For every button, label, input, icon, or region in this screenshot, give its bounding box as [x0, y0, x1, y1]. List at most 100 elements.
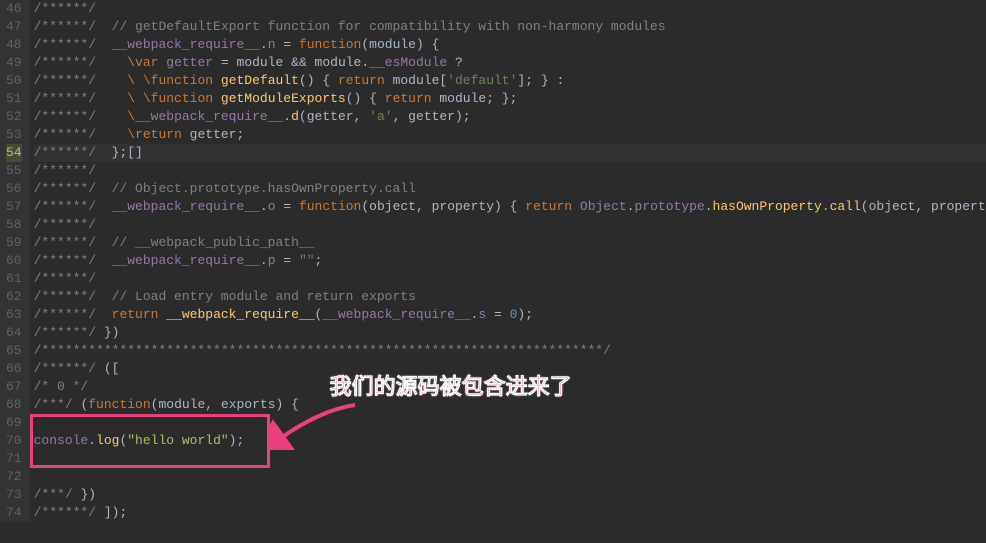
line-number: 68 [6, 396, 22, 414]
code-token: . [822, 199, 830, 214]
code-line[interactable]: /* 0 */ [34, 378, 986, 396]
code-token: . [260, 37, 268, 52]
code-token: /******/ [34, 181, 96, 196]
code-line[interactable]: /***/ (function(module, exports) { [34, 396, 986, 414]
code-line[interactable]: /******/ };[] [34, 144, 986, 162]
code-line[interactable]: /******/ }) [34, 324, 986, 342]
code-token [96, 127, 127, 142]
code-token [96, 235, 112, 250]
line-number: 69 [6, 414, 22, 432]
code-token: return [338, 73, 385, 88]
code-line[interactable]: /******/ \ \function getDefault() { retu… [34, 72, 986, 90]
code-line[interactable]: /******/ // Object.prototype.hasOwnPrope… [34, 180, 986, 198]
code-token: , [915, 199, 931, 214]
code-line[interactable]: /******/ // getDefaultExport function fo… [34, 18, 986, 36]
code-token: }) [80, 487, 96, 502]
code-area[interactable]: /******//******/ // getDefaultExport fun… [30, 0, 986, 522]
code-token: return [385, 91, 432, 106]
code-line[interactable]: /******/ __webpack_require__.n = functio… [34, 36, 986, 54]
code-token: , [354, 109, 370, 124]
code-token: /******/ [34, 271, 96, 286]
code-token: ( [861, 199, 869, 214]
line-number: 72 [6, 468, 22, 486]
code-token [96, 91, 127, 106]
code-token: function [299, 37, 361, 52]
code-token: /******/ [34, 145, 96, 160]
code-line[interactable]: /******/ \var getter = module && module.… [34, 54, 986, 72]
code-line[interactable]: /******/ // __webpack_public_path__ [34, 234, 986, 252]
code-line[interactable]: /******/ ([ [34, 360, 986, 378]
code-line[interactable]: /******/ [34, 0, 986, 18]
code-token [96, 325, 104, 340]
code-token: /******/ [34, 505, 96, 520]
code-token: /******/ [34, 199, 96, 214]
code-token: object [369, 199, 416, 214]
code-token: s [478, 307, 486, 322]
line-number: 52 [6, 108, 22, 126]
code-line[interactable]: /******/ __webpack_require__.p = ""; [34, 252, 986, 270]
code-token: 'a' [369, 109, 392, 124]
code-line[interactable]: /******/ ]); [34, 504, 986, 522]
code-token: , [416, 199, 432, 214]
code-token: Object [580, 199, 627, 214]
code-token: var [135, 55, 158, 70]
code-token: module [229, 55, 291, 70]
code-token: getter [408, 109, 455, 124]
code-token: = [494, 307, 502, 322]
code-token: . [361, 55, 369, 70]
code-token: ; } [486, 91, 509, 106]
code-token: \ [127, 109, 135, 124]
code-token [213, 91, 221, 106]
line-number: 66 [6, 360, 22, 378]
code-line[interactable]: /***/ }) [34, 486, 986, 504]
code-token: d [291, 109, 299, 124]
code-token: ; [236, 127, 244, 142]
code-line[interactable]: /******/ [34, 216, 986, 234]
code-token: . [627, 199, 635, 214]
code-token: /******/ [34, 1, 96, 16]
code-token: . [260, 199, 268, 214]
line-number: 64 [6, 324, 22, 342]
code-line[interactable] [34, 414, 986, 432]
code-token: ); [229, 433, 245, 448]
code-token: }) [104, 325, 120, 340]
code-line[interactable] [34, 450, 986, 468]
code-token [291, 37, 299, 52]
code-token [291, 199, 299, 214]
code-token: __webpack_require__ [322, 307, 470, 322]
code-token: n [268, 37, 276, 52]
code-token: getter [182, 127, 237, 142]
code-token: __webpack_require__ [112, 37, 260, 52]
code-token: __webpack_require__ [135, 109, 283, 124]
code-line[interactable]: /******/ return __webpack_require__(__we… [34, 306, 986, 324]
code-line[interactable]: /******/ [34, 270, 986, 288]
code-token: /******/ [34, 19, 96, 34]
code-line[interactable]: /******/ \ \function getModuleExports() … [34, 90, 986, 108]
code-line[interactable]: /******/ \return getter; [34, 126, 986, 144]
code-token: /***/ [34, 487, 73, 502]
line-number: 59 [6, 234, 22, 252]
code-editor[interactable]: 4647484950515253545556575859606162636465… [0, 0, 986, 522]
code-line[interactable]: /******/ [34, 162, 986, 180]
code-line[interactable] [34, 468, 986, 486]
code-token: __webpack_require__ [112, 253, 260, 268]
code-token: : [556, 73, 564, 88]
code-token [361, 91, 369, 106]
line-number: 46 [6, 0, 22, 18]
code-token: /******/ [34, 127, 96, 142]
line-number: 56 [6, 180, 22, 198]
code-token: = [221, 55, 229, 70]
code-line[interactable]: console.log("hello world"); [34, 432, 986, 450]
code-token: property [432, 199, 494, 214]
code-line[interactable]: /******/ // Load entry module and return… [34, 288, 986, 306]
code-token: { [432, 37, 440, 52]
code-token: [] [127, 145, 143, 160]
code-line[interactable]: /***************************************… [34, 342, 986, 360]
code-token: o [268, 199, 276, 214]
line-number: 70 [6, 432, 22, 450]
line-number: 71 [6, 450, 22, 468]
code-line[interactable]: /******/ __webpack_require__.o = functio… [34, 198, 986, 216]
code-line[interactable]: /******/ \__webpack_require__.d(getter, … [34, 108, 986, 126]
code-token: ; } [525, 73, 548, 88]
code-token: exports [221, 397, 276, 412]
